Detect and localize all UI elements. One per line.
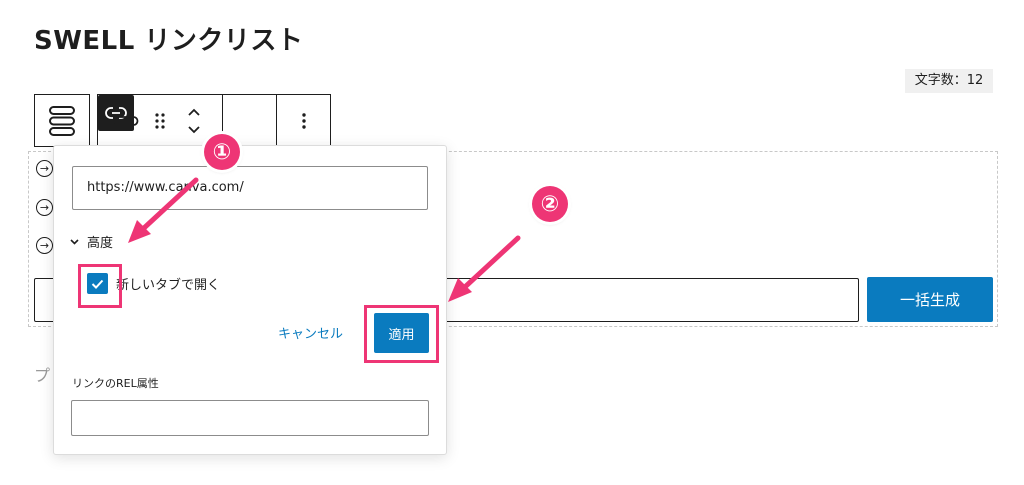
button-shape-icon <box>113 115 139 126</box>
more-options-button[interactable] <box>288 95 320 146</box>
link-rel-input[interactable] <box>71 400 429 436</box>
page-title: SWELL リンクリスト <box>34 26 304 56</box>
chevron-down-icon <box>70 238 79 245</box>
arrow-circle-right-icon: → <box>36 160 53 177</box>
advanced-settings-toggle[interactable]: 高度 <box>70 232 113 251</box>
drag-handle-button[interactable] <box>148 95 172 146</box>
block-type-button[interactable] <box>108 95 144 146</box>
step-1-badge: ① <box>204 134 240 170</box>
batch-generate-button[interactable]: 一括生成 <box>867 277 993 322</box>
step-2-badge: ② <box>532 186 568 222</box>
arrow-circle-right-icon: → <box>36 237 53 254</box>
cancel-button[interactable]: キャンセル <box>278 323 343 342</box>
move-up-down-icon <box>188 108 200 133</box>
checkbox-highlight <box>78 264 122 308</box>
arrow-circle-right-icon: → <box>36 199 53 216</box>
select-parent-block-button[interactable] <box>34 94 90 147</box>
move-up-down-button[interactable] <box>180 95 208 146</box>
open-in-new-tab-label[interactable]: 新しいタブで開く <box>116 274 220 293</box>
apply-highlight <box>364 305 439 363</box>
advanced-settings-label: 高度 <box>87 236 114 251</box>
char-count-badge: 文字数：12 <box>905 69 993 93</box>
placeholder-text: プ <box>34 366 51 385</box>
link-rel-label: リンクのREL属性 <box>72 377 159 390</box>
link-url-input[interactable]: https://www.canva.com/ <box>72 166 428 210</box>
list-block-icon <box>49 105 75 136</box>
drag-handle-icon <box>155 112 165 129</box>
more-options-icon <box>302 112 306 129</box>
